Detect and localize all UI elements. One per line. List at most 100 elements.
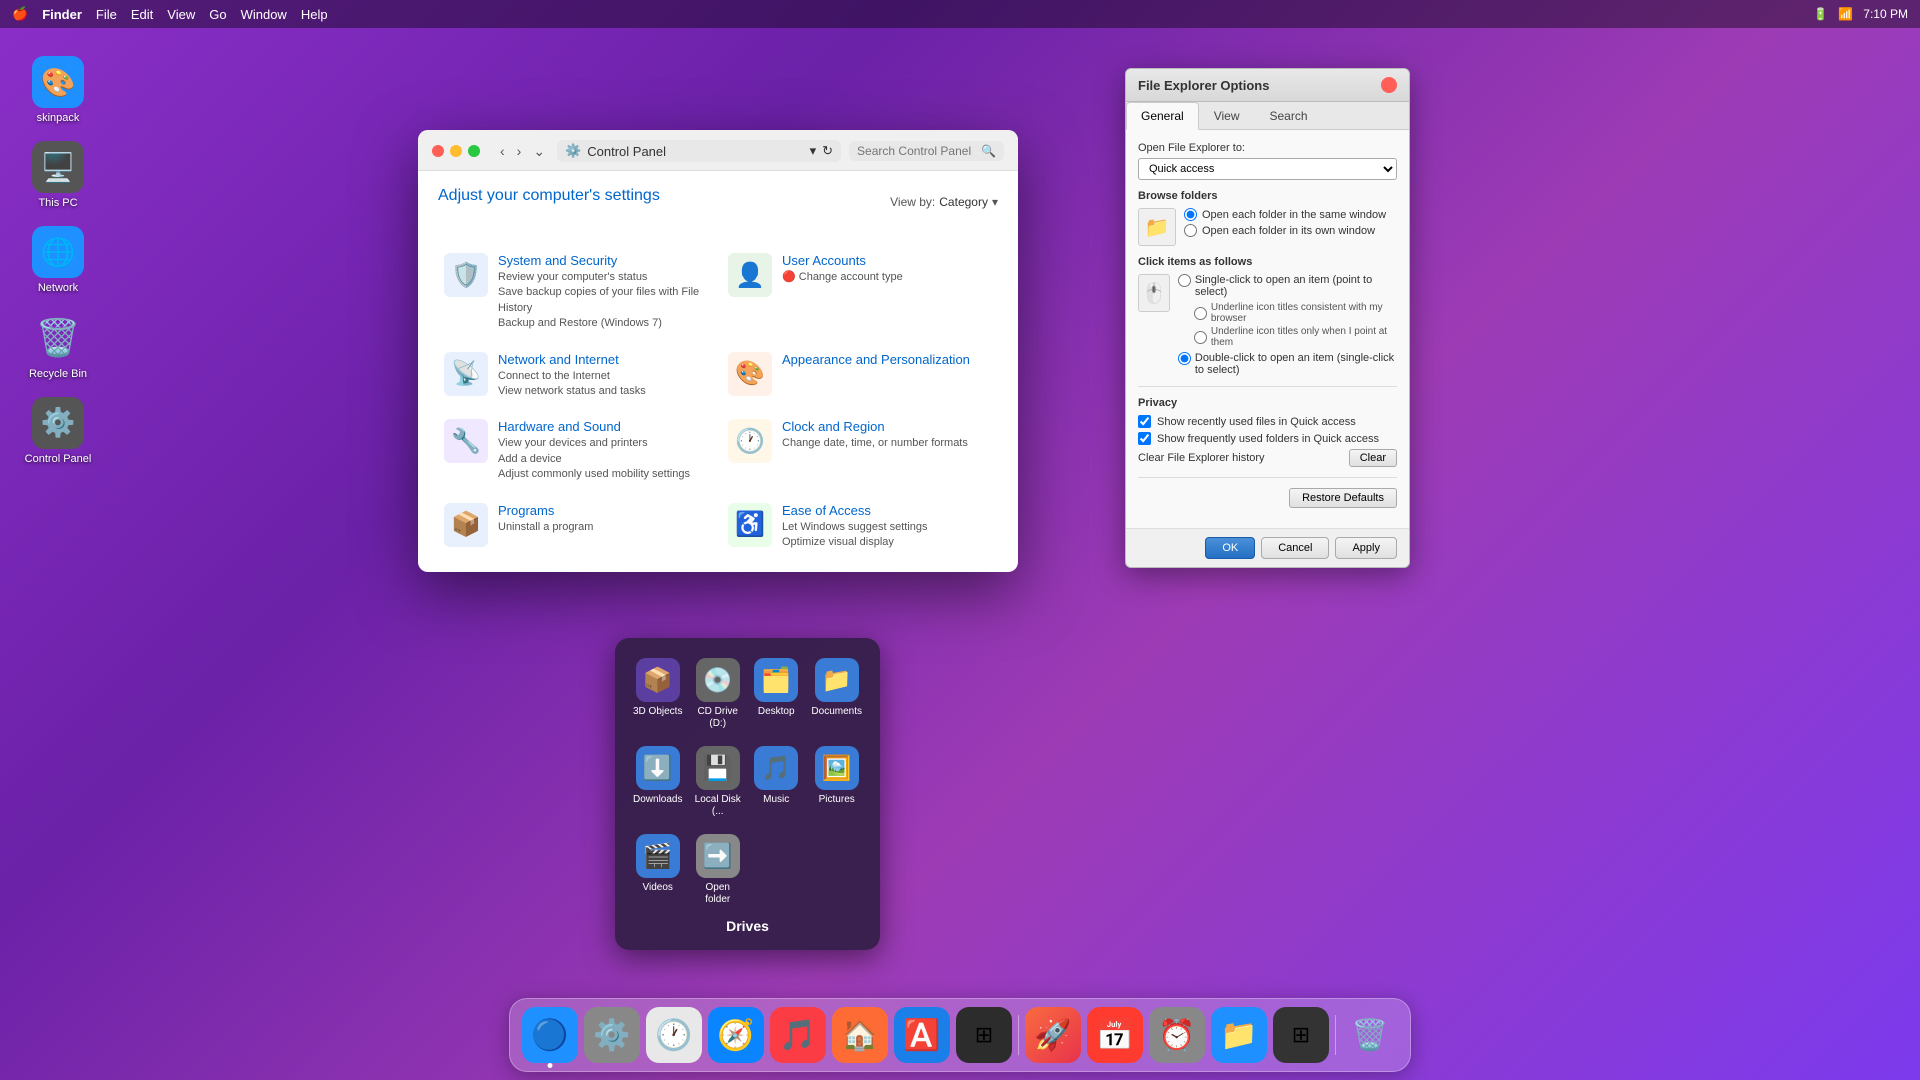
browse-option-own-window[interactable]: Open each folder in its own window (1184, 224, 1386, 237)
address-bar[interactable]: ⚙️ Control Panel ▾ ↻ (557, 140, 841, 162)
dock-music[interactable]: 🎵 (770, 1007, 826, 1063)
category-appearance[interactable]: 🎨 Appearance and Personalization (722, 346, 998, 406)
drive-local-disk[interactable]: 💾 Local Disk (... (692, 742, 742, 822)
double-click-option[interactable]: Double-click to open an item (single-cli… (1178, 352, 1397, 376)
clear-button[interactable]: Clear (1349, 449, 1397, 467)
browse-option-same-window[interactable]: Open each folder in the same window (1184, 208, 1386, 221)
privacy-frequent-folders[interactable]: Show frequently used folders in Quick ac… (1138, 432, 1397, 445)
expand-button[interactable]: ⌄ (529, 141, 549, 162)
desktop-icon-skinpack[interactable]: 🎨 skinpack (18, 50, 98, 131)
restore-defaults-button[interactable]: Restore Defaults (1289, 488, 1397, 508)
open-to-label: Open File Explorer to: (1138, 142, 1397, 154)
close-button[interactable] (432, 145, 444, 157)
double-click-radio[interactable] (1178, 352, 1191, 365)
drive-open-folder[interactable]: ➡️ Open folder (692, 830, 742, 910)
desktop-icon-network[interactable]: 🌐 Network (18, 220, 98, 301)
view-menu[interactable]: View (167, 7, 195, 22)
apply-button[interactable]: Apply (1335, 537, 1397, 559)
tab-search[interactable]: Search (1255, 102, 1323, 130)
mosaic-icon: ⊞ (1292, 1022, 1310, 1048)
category-clock-region[interactable]: 🕐 Clock and Region Change date, time, or… (722, 413, 998, 488)
forward-button[interactable]: › (513, 141, 526, 162)
minimize-button[interactable] (450, 145, 462, 157)
desktop-icon-this-pc[interactable]: 🖥️ This PC (18, 135, 98, 216)
drive-pictures[interactable]: 🖼️ Pictures (809, 742, 864, 822)
apple-menu-icon[interactable]: 🍎 (12, 6, 28, 22)
dropdown-icon[interactable]: ▾ (810, 143, 817, 159)
refresh-icon[interactable]: ↻ (822, 143, 833, 159)
search-bar[interactable]: 🔍 (849, 141, 1004, 161)
dock-mosaic[interactable]: ⊞ (1273, 1007, 1329, 1063)
dock-boot-camp[interactable]: ⊞ (956, 1007, 1012, 1063)
tab-general[interactable]: General (1126, 102, 1199, 130)
back-button[interactable]: ‹ (496, 141, 509, 162)
dialog-close-button[interactable]: ✕ (1381, 77, 1397, 93)
view-by-dropdown[interactable]: Category (939, 195, 988, 209)
drive-3d-objects[interactable]: 📦 3D Objects (631, 654, 684, 734)
drive-cd[interactable]: 💿 CD Drive (D:) (692, 654, 742, 734)
desktop-icon-control-panel[interactable]: ⚙️ Control Panel (18, 391, 98, 472)
browse-own-window-radio[interactable] (1184, 224, 1197, 237)
dock-app-store[interactable]: 🅰️ (894, 1007, 950, 1063)
hardware-sound-name[interactable]: Hardware and Sound (498, 419, 690, 434)
category-hardware-sound[interactable]: 🔧 Hardware and Sound View your devices a… (438, 413, 714, 488)
category-user-accounts[interactable]: 👤 User Accounts 🔴 Change account type (722, 247, 998, 338)
maximize-button[interactable] (468, 145, 480, 157)
finder-menu[interactable]: Finder (42, 7, 82, 22)
network-internet-name[interactable]: Network and Internet (498, 352, 646, 367)
drive-downloads[interactable]: ⬇️ Downloads (631, 742, 684, 822)
edit-menu[interactable]: Edit (131, 7, 153, 22)
dock-clock[interactable]: 🕐 (646, 1007, 702, 1063)
dock-finder[interactable]: 🔵 (522, 1007, 578, 1063)
dock-files[interactable]: 📁 (1211, 1007, 1267, 1063)
underline-point-radio[interactable] (1194, 331, 1207, 344)
drive-desktop[interactable]: 🗂️ Desktop (751, 654, 801, 734)
category-ease-access[interactable]: ♿ Ease of Access Let Windows suggest set… (722, 497, 998, 557)
file-menu[interactable]: File (96, 7, 117, 22)
underline-browser-option[interactable]: Underline icon titles consistent with my… (1194, 302, 1397, 324)
desktop-icon-recycle-bin[interactable]: 🗑️ Recycle Bin (18, 306, 98, 387)
privacy-recent-files[interactable]: Show recently used files in Quick access (1138, 415, 1397, 428)
dock-safari[interactable]: 🧭 (708, 1007, 764, 1063)
cancel-button[interactable]: Cancel (1261, 537, 1329, 559)
click-section: 🖱️ Single-click to open an item (point t… (1138, 274, 1397, 376)
programs-name[interactable]: Programs (498, 503, 593, 518)
drive-music[interactable]: 🎵 Music (751, 742, 801, 822)
category-system-security[interactable]: 🛡️ System and Security Review your compu… (438, 247, 714, 338)
appearance-name[interactable]: Appearance and Personalization (782, 352, 970, 367)
cd-drive-icon: 💿 (696, 658, 740, 702)
dock-system-prefs[interactable]: ⚙️ (584, 1007, 640, 1063)
dock-calendar[interactable]: 📅 (1087, 1007, 1143, 1063)
underline-point-option[interactable]: Underline icon titles only when I point … (1194, 326, 1397, 348)
help-menu[interactable]: Help (301, 7, 328, 22)
window-menu[interactable]: Window (241, 7, 287, 22)
dock-time-machine[interactable]: ⏰ (1149, 1007, 1205, 1063)
underline-point-label: Underline icon titles only when I point … (1211, 326, 1397, 348)
tab-view[interactable]: View (1199, 102, 1255, 130)
files-icon: 📁 (1220, 1018, 1257, 1053)
clock-region-name[interactable]: Clock and Region (782, 419, 968, 434)
underline-browser-radio[interactable] (1194, 307, 1207, 320)
recent-files-checkbox[interactable] (1138, 415, 1151, 428)
dock-launchpad[interactable]: 🚀 (1025, 1007, 1081, 1063)
open-to-select[interactable]: Quick access (1138, 158, 1397, 180)
dock-home[interactable]: 🏠 (832, 1007, 888, 1063)
dock-trash[interactable]: 🗑️ (1342, 1007, 1398, 1063)
view-by-label: View by: (890, 195, 935, 209)
clock-region-text: Clock and Region Change date, time, or n… (782, 419, 968, 451)
user-accounts-name[interactable]: User Accounts (782, 253, 903, 268)
go-menu[interactable]: Go (209, 7, 226, 22)
frequent-folders-checkbox[interactable] (1138, 432, 1151, 445)
single-click-radio[interactable] (1178, 274, 1191, 287)
browse-same-window-radio[interactable] (1184, 208, 1197, 221)
search-input[interactable] (857, 144, 977, 158)
ok-button[interactable]: OK (1205, 537, 1255, 559)
view-by-chevron[interactable]: ▾ (992, 195, 998, 209)
single-click-option[interactable]: Single-click to open an item (point to s… (1178, 274, 1397, 298)
ease-access-name[interactable]: Ease of Access (782, 503, 928, 518)
drive-videos[interactable]: 🎬 Videos (631, 830, 684, 910)
system-security-name[interactable]: System and Security (498, 253, 708, 268)
category-programs[interactable]: 📦 Programs Uninstall a program (438, 497, 714, 557)
category-network-internet[interactable]: 📡 Network and Internet Connect to the In… (438, 346, 714, 406)
drive-documents[interactable]: 📁 Documents (809, 654, 864, 734)
